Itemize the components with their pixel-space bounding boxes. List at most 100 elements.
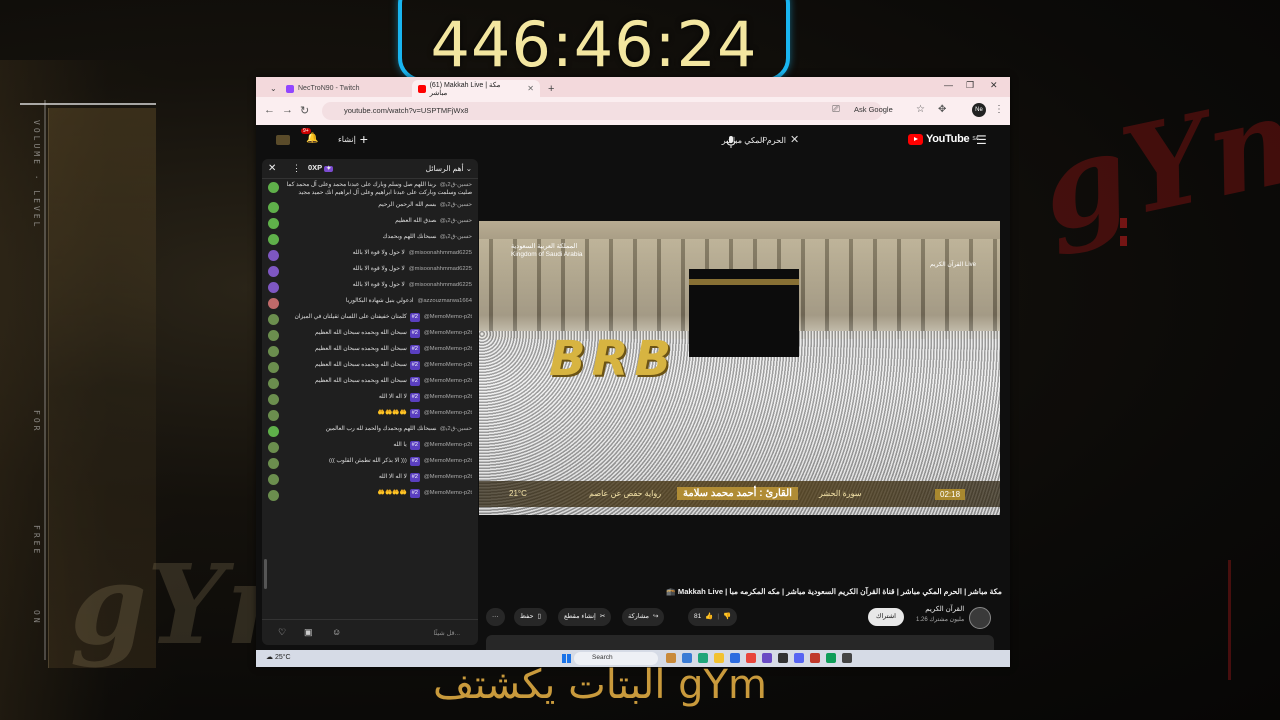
like-button[interactable]: 81 👍 | 👎	[688, 608, 738, 626]
clear-search-icon[interactable]: ✕	[790, 133, 799, 146]
chat-author-avatar[interactable]	[268, 218, 279, 230]
chat-author-name[interactable]: @misoonahhmmad6225	[409, 282, 472, 288]
weather-widget[interactable]: ☁ 25°C	[266, 653, 291, 661]
chat-message: @misoonahhmmad6225 لا حول ولا قوة الا بال…	[262, 247, 478, 263]
chat-author-avatar[interactable]	[268, 250, 279, 262]
chat-message-text: لا اله الا الله	[378, 394, 407, 401]
riwaya-label: رواية حفص عن عاصم	[589, 489, 662, 498]
notifications-bell-icon[interactable]: 🔔	[306, 133, 318, 144]
chat-author-avatar[interactable]	[268, 426, 279, 438]
heart-icon[interactable]: ♡	[278, 627, 286, 638]
chat-author-avatar[interactable]	[268, 442, 279, 454]
search-box[interactable]: الحرم المكي مباشر ✕ ⌕	[536, 130, 866, 152]
close-chat-icon[interactable]: ✕	[268, 163, 276, 174]
save-button[interactable]: حفظ ▯	[514, 608, 548, 626]
chat-author-avatar[interactable]	[268, 182, 279, 193]
plus-icon: +	[359, 131, 368, 147]
microphone-icon[interactable]	[726, 136, 736, 148]
tab-twitch[interactable]: NecTroN90 - Twitch	[280, 80, 410, 97]
new-tab-button[interactable]: +	[542, 80, 560, 97]
address-bar-row: ← → ↻ youtube.com/watch?v=USPTMFjWx8 ⎚ A…	[256, 97, 1010, 125]
emoji-icon[interactable]: ☺	[332, 627, 341, 637]
notifications-badge: 9+	[301, 128, 311, 134]
chat-author-name[interactable]: @حسين-ق2ي	[440, 426, 472, 432]
overlay-side-label: FREE	[32, 525, 41, 557]
chat-author-name[interactable]: @MemoMemo-p2t	[424, 346, 472, 352]
maximize-icon[interactable]: ❐	[966, 80, 974, 91]
chat-author-avatar[interactable]	[268, 346, 279, 358]
chat-author-name[interactable]: @misoonahhmmad6225	[409, 266, 472, 272]
chat-author-avatar[interactable]	[268, 490, 279, 502]
reload-icon[interactable]: ↻	[300, 104, 309, 117]
chat-input[interactable]: قل شيئًا...	[433, 629, 460, 637]
chat-author-avatar[interactable]	[268, 330, 279, 342]
chat-message: @حسين-ق2ي صدق الله العظيم	[262, 215, 478, 231]
cast-icon[interactable]: ⎚	[832, 104, 840, 115]
chat-author-name[interactable]: @MemoMemo-p2t	[424, 474, 472, 480]
back-icon[interactable]: ←	[264, 104, 275, 116]
extensions-icon[interactable]: ✥	[938, 104, 946, 115]
close-window-icon[interactable]: ✕	[990, 80, 998, 91]
chat-author-name[interactable]: @MemoMemo-p2t	[424, 410, 472, 416]
minimize-icon[interactable]: —	[944, 80, 953, 90]
super-chat-icon[interactable]: ▣	[304, 627, 313, 638]
chat-author-name[interactable]: @حسين-ق2ي	[440, 218, 472, 224]
chat-author-name[interactable]: @MemoMemo-p2t	[424, 314, 472, 320]
channel-info[interactable]: القرآن الكريم 1.26 مليون مشترك	[916, 605, 964, 625]
chat-author-name[interactable]: @misoonahhmmad6225	[409, 250, 472, 256]
thumbs-down-icon[interactable]: 👎	[723, 608, 731, 626]
chat-scrollbar[interactable]	[264, 559, 267, 589]
chat-author-avatar[interactable]	[268, 266, 279, 278]
chat-author-name[interactable]: @MemoMemo-p2t	[424, 490, 472, 496]
chat-author-avatar[interactable]	[268, 394, 279, 406]
chat-author-avatar[interactable]	[268, 410, 279, 422]
chat-author-name[interactable]: @MemoMemo-p2t	[424, 362, 472, 368]
bookmark-star-icon[interactable]: ☆	[916, 104, 925, 115]
share-button[interactable]: مشاركة ↪	[622, 608, 665, 626]
video-player[interactable]: المملكة العربية السعودية Kingdom of Saud…	[479, 221, 1000, 515]
chat-author-name[interactable]: @MemoMemo-p2t	[424, 330, 472, 336]
youtube-logo[interactable]: YouTube SA	[908, 133, 979, 145]
account-avatar[interactable]	[276, 135, 290, 145]
chat-author-avatar[interactable]	[268, 314, 279, 326]
chat-message-text: بسم الله الرحمن الرحيم	[378, 202, 436, 209]
taskbar-app-icon[interactable]	[842, 653, 852, 663]
clip-button[interactable]: إنشاء مقطع ✂	[558, 608, 612, 626]
chat-points[interactable]: 0XP ✦	[308, 163, 334, 172]
search-icon[interactable]: ⌕	[762, 133, 768, 146]
scissors-icon: ✂	[599, 613, 606, 620]
chat-author-avatar[interactable]	[268, 378, 279, 390]
close-tab-icon[interactable]: ✕	[527, 84, 534, 93]
chat-author-name[interactable]: @حسين-ق2ي	[440, 182, 472, 188]
chat-author-name[interactable]: @حسين-ق2ي	[440, 234, 472, 240]
chat-author-avatar[interactable]	[268, 298, 279, 310]
chat-author-avatar[interactable]	[268, 202, 279, 214]
tab-youtube[interactable]: (61) Makkah Live | مكة مباشر ✕	[412, 80, 540, 97]
save-label: حفظ	[520, 613, 534, 620]
taskbar-app-icon[interactable]	[810, 653, 820, 663]
chat-author-name[interactable]: @MemoMemo-p2t	[424, 394, 472, 400]
chat-author-name[interactable]: @azzouzmarwa1664	[417, 298, 472, 304]
more-actions-button[interactable]: ···	[486, 608, 505, 626]
taskbar-app-icon[interactable]	[826, 653, 836, 663]
profile-avatar[interactable]: Ne	[972, 103, 986, 117]
subscribe-button[interactable]: اشتراك	[868, 608, 904, 626]
chat-author-name[interactable]: @حسين-ق2ي	[440, 202, 472, 208]
chat-mode-dropdown[interactable]: أهم الرسائل ⌄	[426, 164, 472, 173]
forward-icon[interactable]: →	[282, 104, 293, 116]
url-field[interactable]: youtube.com/watch?v=USPTMFjWx8	[322, 102, 882, 120]
chat-more-icon[interactable]: ⋮	[292, 163, 301, 174]
chat-message-text: سبحان الله وبحمده سبحان الله العظيم	[315, 346, 407, 353]
chat-author-name[interactable]: @MemoMemo-p2t	[424, 458, 472, 464]
browser-menu-icon[interactable]: ⋮	[994, 104, 1004, 115]
create-button[interactable]: إنشاء +	[338, 131, 368, 147]
chat-author-name[interactable]: @MemoMemo-p2t	[424, 442, 472, 448]
chat-author-avatar[interactable]	[268, 458, 279, 470]
channel-avatar[interactable]	[969, 607, 991, 629]
chat-author-avatar[interactable]	[268, 234, 279, 246]
chat-author-avatar[interactable]	[268, 282, 279, 294]
chat-author-avatar[interactable]	[268, 362, 279, 374]
ask-google-button[interactable]: Ask Google	[854, 105, 893, 114]
chat-author-name[interactable]: @MemoMemo-p2t	[424, 378, 472, 384]
chat-author-avatar[interactable]	[268, 474, 279, 486]
